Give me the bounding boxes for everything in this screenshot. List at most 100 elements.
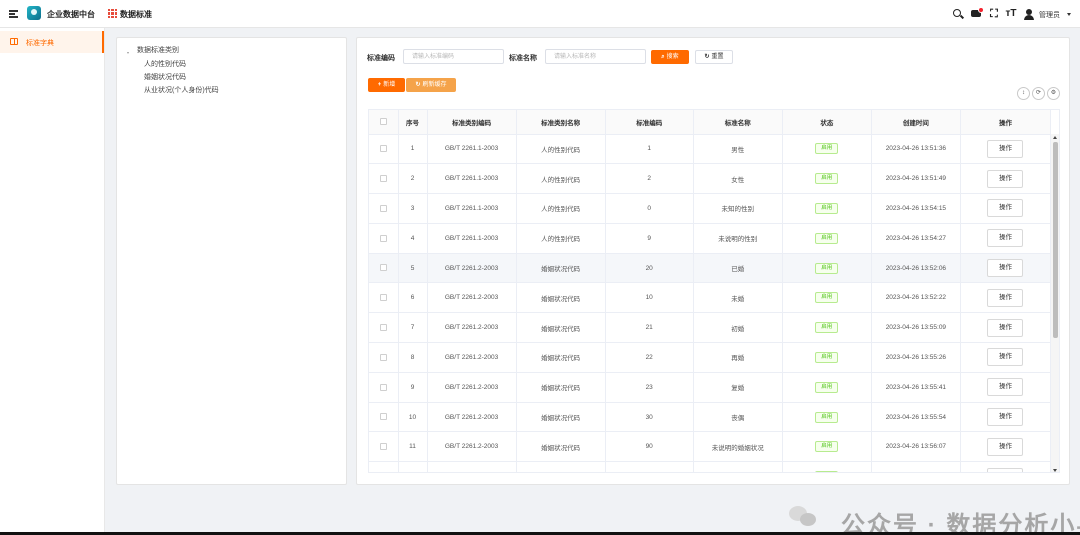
search-button[interactable]: ⌕ 搜索	[651, 50, 689, 64]
row-checkbox[interactable]	[369, 163, 399, 195]
row-action-button[interactable]: 操作	[987, 318, 1024, 337]
cell-index: 6	[398, 282, 428, 314]
cell-category-name: 人的性别代码	[516, 163, 606, 195]
row-action-button[interactable]: 操作	[987, 139, 1024, 158]
row-checkbox[interactable]	[369, 282, 399, 314]
cell-index: 4	[398, 223, 428, 254]
column-height-icon[interactable]: ↕	[1017, 87, 1030, 100]
main-area: 数据标准类别 人的性别代码 婚姻状况代码 从业状况(个人身份)代码 标准编码 标…	[105, 28, 1080, 535]
col-standard-code: 标准编码	[605, 110, 694, 135]
row-checkbox[interactable]	[369, 223, 399, 254]
row-action-button[interactable]: 操作	[987, 408, 1024, 427]
table-row[interactable]: 5 GB/T 2261.2-2003 婚姻状况代码 20 已婚 启用 2023-04-26 …	[369, 253, 1052, 284]
table-row[interactable]: 12GB/T 2261.4-2003从业状况(个人身份)代码11国家公务员启用 2…	[369, 461, 1052, 472]
tree-node-employment[interactable]: 从业状况(个人身份)代码	[144, 85, 219, 95]
table-row[interactable]: 3 GB/T 2261.1-2003 人的性别代码 0 未知的性别 启用 2023-04-2…	[369, 193, 1052, 224]
cell-standard-name: 未婚	[693, 282, 783, 314]
cell-status: 启用	[782, 253, 872, 284]
table-row[interactable]: 10 GB/T 2261.2-2003 婚姻状况代码 30 丧偶 启用 2023-04-26…	[369, 402, 1052, 433]
row-checkbox[interactable]	[369, 342, 399, 373]
cell-actions: 操作	[960, 402, 1052, 433]
refresh-table-icon[interactable]: ⟳	[1032, 87, 1045, 100]
cell-index: 2	[398, 163, 428, 195]
cell-status: 启用	[782, 282, 872, 314]
scroll-down-icon[interactable]	[1053, 469, 1057, 472]
cell-standard-name: 复婚	[693, 372, 783, 403]
row-action-button[interactable]: 操作	[987, 229, 1024, 248]
fullscreen-icon[interactable]: ⛶	[988, 8, 1000, 20]
cell-standard-code: 90	[605, 431, 694, 463]
row-action-button[interactable]: 操作	[987, 348, 1024, 367]
watermark-text: 公众号 · 数据分析小兵	[841, 512, 1080, 535]
status-badge: 启用	[815, 322, 839, 334]
row-action-button[interactable]: 操作	[987, 467, 1024, 472]
name-search-input[interactable]	[545, 49, 646, 64]
message-icon[interactable]	[970, 7, 984, 20]
module-title[interactable]: 数据标准	[120, 9, 152, 20]
cell-standard-name: 未说明的性别	[693, 223, 783, 254]
user-name[interactable]: 管理员	[1039, 10, 1060, 20]
add-button[interactable]: + 新增	[368, 78, 405, 92]
row-action-button[interactable]: 操作	[987, 288, 1024, 307]
row-checkbox[interactable]	[369, 312, 399, 344]
table-row[interactable]: 6 GB/T 2261.2-2003 婚姻状况代码 10 未婚 启用 2023-04-26 …	[369, 282, 1052, 314]
refresh-cache-button[interactable]: ↻ 刷新缓存	[406, 78, 456, 92]
menu-fold-icon[interactable]	[9, 10, 18, 18]
cell-category-code: GB/T 2261.2-2003	[427, 402, 517, 433]
font-size-icon[interactable]: тT	[1005, 8, 1017, 20]
row-action-button[interactable]: 操作	[987, 378, 1024, 397]
cell-category-name: 从业状况(个人身份)代码	[516, 461, 606, 472]
row-action-button[interactable]: 操作	[987, 169, 1024, 188]
select-all-checkbox[interactable]	[369, 110, 399, 135]
row-checkbox[interactable]	[369, 461, 399, 472]
status-badge: 启用	[815, 262, 839, 274]
table-row[interactable]: 8 GB/T 2261.2-2003 婚姻状况代码 22 再婚 启用 2023-04-26 …	[369, 342, 1052, 373]
cell-index: 11	[398, 431, 428, 463]
reset-button[interactable]: ↻ 重置	[695, 50, 733, 64]
cell-actions: 操作	[960, 134, 1052, 165]
table-row[interactable]: 9 GB/T 2261.2-2003 婚姻状况代码 23 复婚 启用 2023-04-26 …	[369, 372, 1052, 403]
row-checkbox[interactable]	[369, 431, 399, 463]
settings-icon[interactable]: ⚙	[1047, 87, 1060, 100]
row-checkbox[interactable]	[369, 253, 399, 284]
cell-category-name: 人的性别代码	[516, 134, 606, 165]
tree-node-root[interactable]: 数据标准类别	[137, 45, 179, 55]
table-row[interactable]: 2 GB/T 2261.1-2003 人的性别代码 2 女性 启用 2023-04-26 1…	[369, 163, 1052, 195]
table-scrollbar[interactable]	[1050, 134, 1059, 472]
name-label: 标准名称	[509, 55, 537, 62]
tree-caret-icon[interactable]	[127, 52, 129, 54]
table-row[interactable]: 1 GB/T 2261.1-2003 人的性别代码 1 男性 启用 2023-04-26 1…	[369, 134, 1052, 165]
apps-grid-icon[interactable]	[108, 9, 117, 18]
row-action-button[interactable]: 操作	[987, 199, 1024, 218]
table-row[interactable]: 11 GB/T 2261.2-2003 婚姻状况代码 90 未说明的婚姻状况 启用 2023…	[369, 431, 1052, 463]
code-search-input[interactable]	[403, 49, 504, 64]
row-checkbox[interactable]	[369, 134, 399, 165]
cell-created-time: 2023-04-26 13:51:36	[871, 134, 961, 165]
status-badge: 启用	[815, 232, 839, 244]
tree-node-marital[interactable]: 婚姻状况代码	[144, 72, 186, 82]
category-tree-panel: 数据标准类别 人的性别代码 婚姻状况代码 从业状况(个人身份)代码	[116, 37, 347, 485]
user-icon[interactable]	[1023, 8, 1035, 20]
table-row[interactable]: 7 GB/T 2261.2-2003 婚姻状况代码 21 初婚 启用 2023-04-26 …	[369, 312, 1052, 344]
cell-standard-code: 2	[605, 163, 694, 195]
chevron-down-icon[interactable]	[1067, 13, 1071, 16]
cell-standard-name: 初婚	[693, 312, 783, 344]
app-title: 企业数据中台	[47, 10, 95, 19]
row-action-button[interactable]: 操作	[987, 437, 1024, 456]
cell-actions: 操作	[960, 163, 1052, 195]
scroll-thumb[interactable]	[1052, 142, 1058, 338]
row-checkbox[interactable]	[369, 193, 399, 224]
row-checkbox[interactable]	[369, 402, 399, 433]
code-label: 标准编码	[367, 55, 395, 62]
standards-table: 序号 标准类别编码 标准类别名称 标准编码 标准名称 状态 创建时间 操作 1G…	[368, 109, 1060, 473]
cell-status: 启用	[782, 193, 872, 224]
tree-node-gender[interactable]: 人的性别代码	[144, 59, 186, 69]
scroll-up-icon[interactable]	[1053, 136, 1057, 139]
table-row[interactable]: 4 GB/T 2261.1-2003 人的性别代码 9 未说明的性别 启用 2023-04-…	[369, 223, 1052, 254]
row-checkbox[interactable]	[369, 372, 399, 403]
search-icon[interactable]	[952, 8, 964, 20]
row-action-button[interactable]: 操作	[987, 259, 1024, 278]
cell-category-code: GB/T 2261.1-2003	[427, 193, 517, 224]
sidebar-item-standard-dictionary[interactable]: 标准字典	[0, 31, 104, 53]
col-actions: 操作	[960, 110, 1052, 135]
